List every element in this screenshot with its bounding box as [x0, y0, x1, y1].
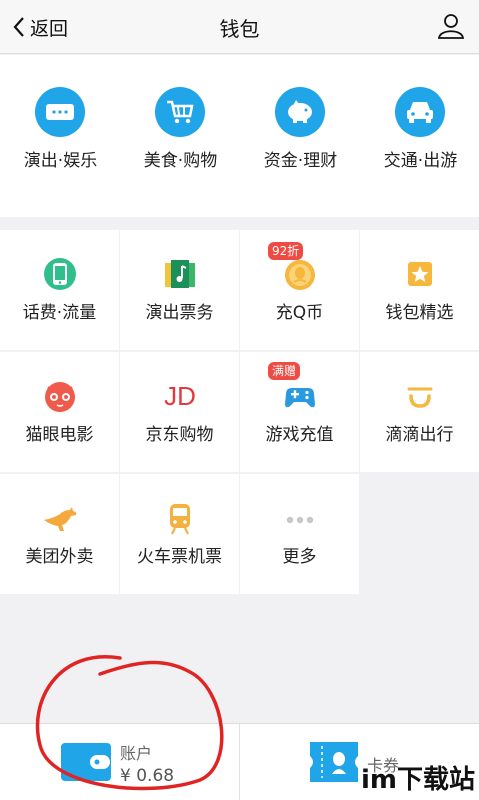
- train-icon: [170, 504, 190, 535]
- piggy-bank-icon: [275, 87, 325, 137]
- service-label: 钱包精选: [385, 303, 454, 323]
- discount-badge: 92折: [268, 242, 304, 260]
- service-maoyan[interactable]: 猫眼电影: [0, 352, 119, 472]
- top-bar: 返回 钱包: [0, 0, 479, 54]
- quick-action-entertainment[interactable]: 演出·娱乐: [1, 55, 120, 217]
- service-label: 京东购物: [145, 425, 214, 445]
- service-label: 猫眼电影: [25, 425, 94, 445]
- star-icon: [408, 262, 432, 286]
- promo-badge: 满赠: [268, 362, 301, 380]
- gamepad-icon: [285, 388, 315, 408]
- service-train-flight[interactable]: 火车票机票: [120, 474, 239, 594]
- service-qq-coin[interactable]: 92折 充Q币: [240, 230, 359, 350]
- account-label: 账户: [120, 744, 153, 763]
- service-label: 火车票机票: [137, 547, 222, 567]
- service-label: 充Q币: [275, 303, 324, 323]
- quick-action-label: 资金·理财: [263, 151, 338, 171]
- qq-coin-icon: [285, 260, 315, 290]
- wallet-icon: [61, 743, 111, 781]
- service-more[interactable]: 更多: [240, 474, 359, 594]
- user-icon[interactable]: [437, 12, 465, 40]
- service-didi[interactable]: 滴滴出行: [360, 352, 479, 472]
- page-title: 钱包: [219, 17, 260, 41]
- didi-icon: [407, 387, 433, 408]
- service-label: 游戏充值: [265, 425, 334, 445]
- quick-action-label: 美食·购物: [143, 151, 218, 171]
- ticket-icon: [35, 87, 85, 137]
- car-icon: [395, 87, 445, 137]
- service-phone-data[interactable]: 话费·流量: [0, 230, 119, 350]
- watermark: im下载站: [360, 765, 475, 795]
- service-label: 话费·流量: [22, 303, 97, 323]
- service-label: 更多: [282, 547, 317, 567]
- account-entry[interactable]: 账户 ¥ 0.68: [0, 724, 239, 800]
- service-meituan[interactable]: 美团外卖: [0, 474, 119, 594]
- cat-eye-icon: [45, 382, 75, 412]
- quick-action-label: 交通·出游: [383, 151, 458, 171]
- quick-actions: 演出·娱乐 美食·购物 资金·理财 交通·出游: [0, 55, 479, 217]
- quick-action-shopping[interactable]: 美食·购物: [121, 55, 240, 217]
- service-wallet-picks[interactable]: 钱包精选: [360, 230, 479, 350]
- quick-action-travel[interactable]: 交通·出游: [361, 55, 479, 217]
- service-label: 演出票务: [145, 303, 214, 323]
- service-label: 美团外卖: [25, 547, 94, 567]
- more-icon: [286, 516, 314, 524]
- quick-action-label: 演出·娱乐: [23, 151, 98, 171]
- coupon-icon: [310, 742, 358, 782]
- service-show-tickets[interactable]: 演出票务: [120, 230, 239, 350]
- service-jd[interactable]: JD 京东购物: [120, 352, 239, 472]
- services-grid: 话费·流量 演出票务 92折 充Q币 钱包精选 猫眼电影 JD 京东购物 满赠 …: [0, 230, 479, 596]
- quick-action-finance[interactable]: 资金·理财: [241, 55, 360, 217]
- service-game-topup[interactable]: 满赠 游戏充值: [240, 352, 359, 472]
- jd-icon: JD: [164, 381, 196, 411]
- cart-icon: [155, 87, 205, 137]
- service-label: 滴滴出行: [385, 425, 454, 445]
- phone-icon: [44, 258, 76, 290]
- kangaroo-icon: [44, 507, 77, 531]
- account-balance: ¥ 0.68: [120, 766, 175, 786]
- ticket-music-icon: [165, 260, 195, 288]
